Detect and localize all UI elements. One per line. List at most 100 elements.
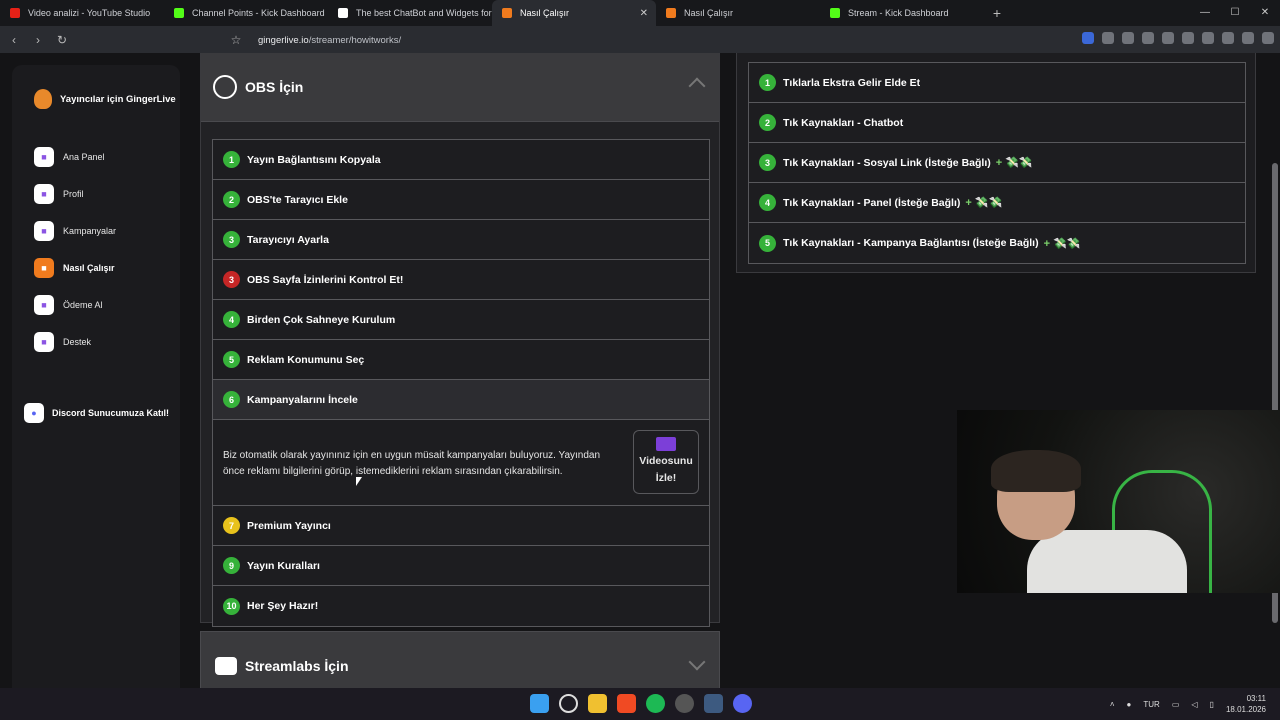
step-number-badge: 9 xyxy=(223,557,240,574)
step-number-badge: 1 xyxy=(223,151,240,168)
watch-video-button[interactable]: Videosunu İzle! xyxy=(633,430,699,494)
step-row[interactable]: 4 Tık Kaynakları - Panel (İsteğe Bağlı) + … xyxy=(749,183,1245,223)
maximize-icon[interactable]: ☐ xyxy=(1220,0,1250,26)
discord-join-link[interactable]: ● Discord Sunucumuza Katıl! xyxy=(24,403,169,423)
step-row[interactable]: 3 OBS Sayfa İzinlerini Kontrol Et! xyxy=(213,260,709,300)
extension-icon[interactable] xyxy=(1222,32,1234,44)
brand[interactable]: Yayıncılar için GingerLive xyxy=(34,89,176,109)
wallet-icon: ■ xyxy=(34,295,54,315)
system-tray: ˄ ● TUR ▭ ◁ ▯ 03:11 18.01.2026 xyxy=(1110,688,1266,720)
step-row[interactable]: 1 Yayın Bağlantısını Kopyala xyxy=(213,140,709,180)
step-number-badge: 7 xyxy=(223,517,240,534)
vpn-icon[interactable] xyxy=(1242,32,1254,44)
step-number-badge: 1 xyxy=(759,74,776,91)
step-row[interactable]: 9 Yayın Kuralları xyxy=(213,546,709,586)
step-number-badge: 2 xyxy=(223,191,240,208)
obs-panel-header[interactable]: OBS İçin xyxy=(201,53,719,122)
step-row[interactable]: 5 Reklam Konumunu Seç xyxy=(213,340,709,380)
sidebar-item-label: Profil xyxy=(63,189,84,199)
extension-icon[interactable] xyxy=(1082,32,1094,44)
home-icon: ■ xyxy=(34,147,54,167)
sidebar-item[interactable]: ■ Profil xyxy=(34,184,84,204)
extension-icon[interactable] xyxy=(1102,32,1114,44)
step-label: Tık Kaynakları - Sosyal Link (İsteğe Bağ… xyxy=(783,156,991,169)
bookmark-icon[interactable]: ☆ xyxy=(226,33,246,47)
step-row[interactable]: 10 Her Şey Hazır! xyxy=(213,586,709,626)
chevron-up-tray-icon[interactable]: ˄ xyxy=(1110,700,1115,709)
minimize-icon[interactable]: — xyxy=(1190,0,1220,26)
tab-favicon-icon xyxy=(502,8,512,18)
step-row[interactable]: 2 OBS'te Tarayıcı Ekle xyxy=(213,180,709,220)
microphone-icon[interactable]: ● xyxy=(1127,700,1132,709)
browser-tab[interactable]: Stream - Kick Dashboard xyxy=(820,0,984,26)
browser-tab[interactable]: Nasıl Çalışır xyxy=(656,0,820,26)
browser-tab[interactable]: The best ChatBot and Widgets for Kick xyxy=(328,0,492,26)
obs-taskbar-icon[interactable] xyxy=(675,694,694,713)
close-window-icon[interactable]: ✕ xyxy=(1250,0,1280,26)
step-label: Tarayıcıyı Ayarla xyxy=(247,233,329,246)
extension-icon[interactable] xyxy=(1122,32,1134,44)
reload-icon[interactable]: ↻ xyxy=(52,33,72,47)
obs-icon xyxy=(213,74,237,99)
sidebar-item[interactable]: ■ Ödeme Al xyxy=(34,295,103,315)
step-row[interactable]: 5 Tık Kaynakları - Kampanya Bağlantısı (İ… xyxy=(749,223,1245,263)
volume-icon[interactable]: ◁ xyxy=(1191,700,1197,709)
clapperboard-icon xyxy=(656,437,676,451)
step-label: Reklam Konumunu Seç xyxy=(247,353,365,366)
brave-icon[interactable] xyxy=(617,694,636,713)
discord-taskbar-icon[interactable] xyxy=(733,694,752,713)
obs-panel-title: OBS İçin xyxy=(245,78,304,95)
file-explorer-icon[interactable] xyxy=(588,694,607,713)
browser-tab[interactable]: Channel Points - Kick Dashboard xyxy=(164,0,328,26)
streamlabs-panel-header[interactable]: Streamlabs İçin xyxy=(200,631,720,688)
clock[interactable]: 03:11 18.01.2026 xyxy=(1226,693,1266,715)
step-row[interactable]: 1 Tıklarla Ekstra Gelir Elde Et xyxy=(749,63,1245,103)
click-sources-panel: 1 Tıklarla Ekstra Gelir Elde Et 2 Tık Kayna… xyxy=(736,53,1256,273)
step-number-badge: 2 xyxy=(759,114,776,131)
step-number-badge: 3 xyxy=(759,154,776,171)
battery-icon[interactable]: ▯ xyxy=(1210,700,1214,709)
chevron-down-icon[interactable] xyxy=(688,653,706,671)
sidebar-item[interactable]: ■ Destek xyxy=(34,332,91,352)
step-label: Tık Kaynakları - Chatbot xyxy=(783,116,904,129)
step-row[interactable]: 3 Tık Kaynakları - Sosyal Link (İsteğe Ba… xyxy=(749,143,1245,183)
step-number-badge: 4 xyxy=(759,194,776,211)
url-field[interactable]: gingerlive.io/streamer/howitworks/ xyxy=(258,31,958,49)
step-row[interactable]: 3 Tarayıcıyı Ayarla xyxy=(213,220,709,260)
step-row[interactable]: 2 Tık Kaynakları - Chatbot xyxy=(749,103,1245,143)
streamlabs-panel-title: Streamlabs İçin xyxy=(245,658,349,674)
spotify-icon[interactable] xyxy=(646,694,665,713)
sidebar-toggle-icon[interactable] xyxy=(1182,32,1194,44)
discord-icon: ● xyxy=(24,403,44,423)
search-icon[interactable] xyxy=(559,694,578,713)
wallet-icon[interactable] xyxy=(1202,32,1214,44)
chevron-up-icon[interactable] xyxy=(688,77,706,95)
steam-icon[interactable] xyxy=(704,694,723,713)
browser-tab[interactable]: Video analizi - YouTube Studio xyxy=(0,0,164,26)
step-label: OBS Sayfa İzinlerini Kontrol Et! xyxy=(247,273,404,286)
step-row[interactable]: 6 Kampanyalarını İncele xyxy=(213,380,709,420)
extension-icon[interactable] xyxy=(1162,32,1174,44)
sidebar-item[interactable]: ■ Ana Panel xyxy=(34,147,105,167)
back-icon[interactable]: ‹ xyxy=(4,33,24,47)
start-icon[interactable] xyxy=(530,694,549,713)
clock-date: 18.01.2026 xyxy=(1225,705,1266,714)
step-number-badge: 4 xyxy=(223,311,240,328)
close-tab-icon[interactable]: ✕ xyxy=(640,8,648,19)
network-icon[interactable]: ▭ xyxy=(1172,700,1180,709)
new-tab-button[interactable]: + xyxy=(984,5,1010,21)
sidebar-item[interactable]: ■ Nasıl Çalışır xyxy=(34,258,115,278)
tools-icon: ■ xyxy=(34,332,54,352)
extension-icon[interactable] xyxy=(1142,32,1154,44)
language-indicator[interactable]: TUR xyxy=(1143,700,1159,709)
obs-steps-list: 1 Yayın Bağlantısını Kopyala 2 OBS'te Taray… xyxy=(212,139,710,627)
step-label: Tık Kaynakları - Panel (İsteğe Bağlı) xyxy=(783,196,961,209)
forward-icon[interactable]: › xyxy=(28,33,48,47)
step-row[interactable]: 7 Premium Yayıncı xyxy=(213,506,709,546)
sidebar-item-label: Ana Panel xyxy=(63,152,105,162)
browser-tab[interactable]: Nasıl Çalışır ✕ xyxy=(492,0,656,26)
sidebar-item[interactable]: ■ Kampanyalar xyxy=(34,221,116,241)
menu-icon[interactable] xyxy=(1262,32,1274,44)
step-row[interactable]: 4 Birden Çok Sahneye Kurulum xyxy=(213,300,709,340)
brand-name: Yayıncılar için GingerLive xyxy=(60,93,176,105)
